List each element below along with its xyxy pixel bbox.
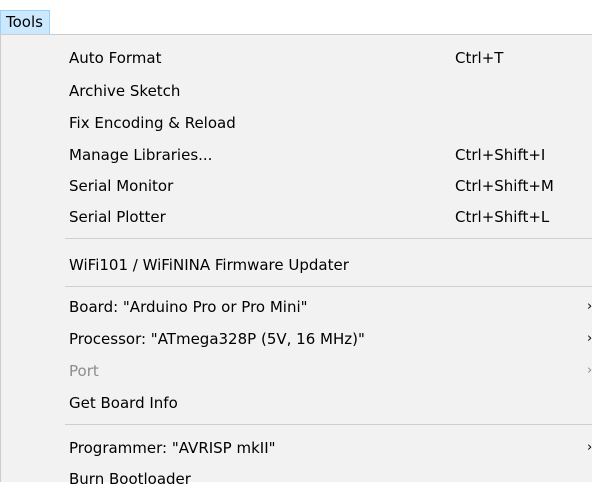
menu-separator [65, 286, 592, 287]
menu-item-serial-plotter[interactable]: Serial Plotter Ctrl+Shift+L [1, 203, 592, 231]
submenu-arrow-icon: › [587, 331, 592, 346]
menu-item-label: Processor: "ATmega328P (5V, 16 MHz)" [69, 330, 365, 348]
submenu-arrow-icon: › [587, 363, 592, 378]
submenu-arrow-icon: › [587, 299, 592, 314]
menu-item-label: Manage Libraries... [69, 146, 213, 164]
tools-menu-tab[interactable]: Tools [0, 10, 50, 35]
menu-item-archive-sketch[interactable]: Archive Sketch [1, 77, 592, 105]
menu-item-label: Board: "Arduino Pro or Pro Mini" [69, 298, 308, 316]
menu-item-label: Port [69, 362, 99, 380]
menu-item-shortcut: Ctrl+Shift+I [455, 146, 546, 164]
menu-item-label: Programmer: "AVRISP mkII" [69, 439, 276, 457]
menu-item-fix-encoding[interactable]: Fix Encoding & Reload [1, 109, 592, 137]
menu-item-shortcut: Ctrl+T [455, 49, 504, 67]
menu-item-label: Fix Encoding & Reload [69, 114, 236, 132]
menu-item-wifi-firmware-updater[interactable]: WiFi101 / WiFiNINA Firmware Updater [1, 251, 592, 279]
menu-item-auto-format[interactable]: Auto Format Ctrl+T [1, 44, 592, 72]
menu-item-label: Serial Plotter [69, 208, 166, 226]
tools-dropdown-menu: Auto Format Ctrl+T Archive Sketch Fix En… [0, 34, 592, 488]
menu-item-board[interactable]: Board: "Arduino Pro or Pro Mini" › [1, 293, 592, 321]
menu-item-programmer[interactable]: Programmer: "AVRISP mkII" › [1, 434, 592, 462]
menubar: Tools [0, 0, 592, 35]
menu-item-label: Auto Format [69, 49, 162, 67]
menu-separator [65, 424, 592, 425]
menu-item-port[interactable]: Port › [1, 357, 592, 385]
menu-item-shortcut: Ctrl+Shift+M [455, 177, 554, 195]
menu-item-burn-bootloader[interactable]: Burn Bootloader [1, 465, 592, 493]
menu-item-label: Serial Monitor [69, 177, 174, 195]
submenu-arrow-icon: › [587, 440, 592, 455]
menu-item-label: Archive Sketch [69, 82, 181, 100]
menu-item-label: Burn Bootloader [69, 470, 191, 488]
menu-item-processor[interactable]: Processor: "ATmega328P (5V, 16 MHz)" › [1, 325, 592, 353]
menu-item-label: Get Board Info [69, 394, 178, 412]
menu-item-label: WiFi101 / WiFiNINA Firmware Updater [69, 256, 349, 274]
menu-separator [65, 238, 592, 239]
menu-item-manage-libraries[interactable]: Manage Libraries... Ctrl+Shift+I [1, 141, 592, 169]
menu-item-get-board-info[interactable]: Get Board Info [1, 389, 592, 417]
menu-item-serial-monitor[interactable]: Serial Monitor Ctrl+Shift+M [1, 172, 592, 200]
menu-item-shortcut: Ctrl+Shift+L [455, 208, 550, 226]
